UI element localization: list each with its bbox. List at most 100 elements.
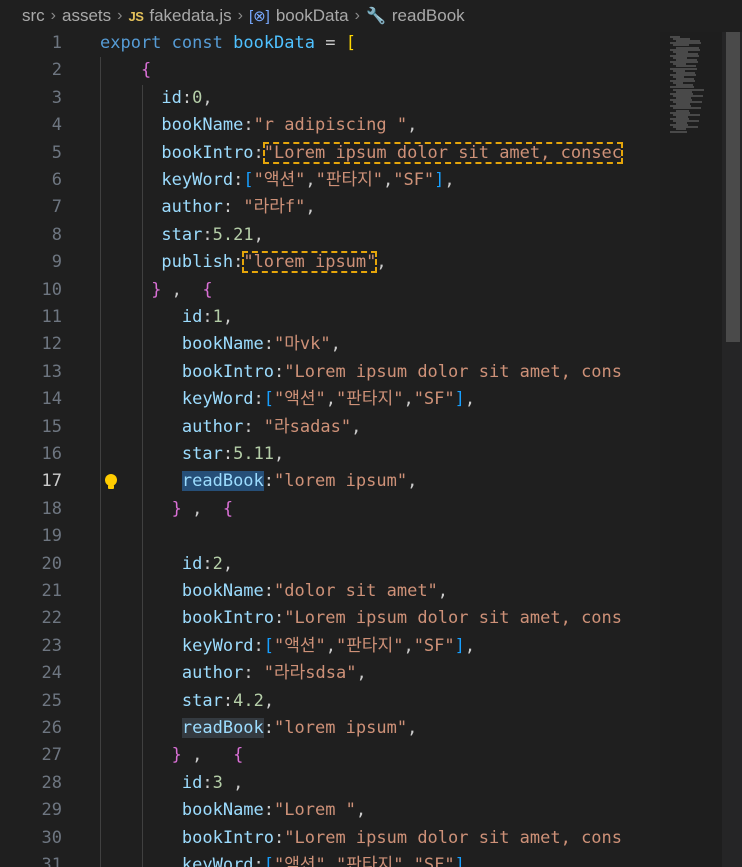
code-line[interactable]: keyWord:["액션","판타지","SF"]: [100, 852, 465, 867]
code-line[interactable]: export const bookData = [: [100, 32, 356, 57]
code-token: "r adipiscing ": [253, 115, 408, 136]
line-number: 10: [41, 279, 62, 300]
code-token: :: [243, 416, 264, 437]
code-token: :: [222, 444, 234, 464]
code-token: "Lorem ": [274, 800, 356, 821]
lightbulb-icon[interactable]: [103, 473, 119, 491]
line-number: 6: [51, 170, 62, 190]
code-line[interactable]: author: "라라sdsa",: [100, 660, 367, 687]
breadcrumb-item-bookdata[interactable]: bookData: [276, 6, 349, 26]
code-token: ,: [330, 334, 341, 355]
code-line[interactable]: author: "라라f",: [100, 194, 315, 221]
breadcrumb-item-assets[interactable]: assets: [62, 6, 111, 26]
code-line[interactable]: id:1,: [100, 304, 233, 331]
code-line[interactable]: keyWord:["액션","판타지","SF"],: [100, 633, 475, 660]
code-token: {: [222, 498, 234, 519]
code-line[interactable]: id:0,: [100, 85, 212, 112]
code-line[interactable]: readBook:"lorem ipsum",: [100, 715, 417, 742]
breadcrumb: src › assets › JS fakedata.js › [⊗] book…: [0, 0, 742, 32]
code-line[interactable]: } , {: [100, 742, 244, 769]
code-line[interactable]: } , {: [100, 496, 233, 523]
breadcrumb-item-readbook[interactable]: readBook: [392, 6, 465, 26]
code-token: id: [181, 553, 203, 574]
code-token: "SF": [413, 855, 455, 867]
code-token: "액션": [274, 855, 326, 867]
code-token: ,: [274, 444, 285, 464]
code-token: :: [253, 855, 264, 867]
code-line[interactable]: } , {: [100, 277, 212, 304]
code-line[interactable]: {: [100, 57, 151, 84]
breadcrumb-item-src[interactable]: src: [22, 6, 45, 26]
code-line[interactable]: bookIntro:"Lorem ipsum dolor sit amet, c…: [100, 140, 624, 167]
code-line[interactable]: bookIntro:"Lorem ipsum dolor sit amet, c…: [100, 825, 622, 852]
wrench-icon: 🔧: [365, 8, 386, 25]
code-token: keyWord: [181, 855, 254, 867]
line-number: 25: [41, 690, 62, 711]
vertical-scrollbar[interactable]: [722, 32, 742, 867]
code-token: "판타지": [336, 855, 404, 867]
line-number: 3: [51, 87, 62, 108]
code-token: id: [181, 772, 203, 793]
code-line[interactable]: bookIntro:"Lorem ipsum dolor sit amet, c…: [100, 605, 622, 632]
code-line[interactable]: bookIntro:"Lorem ipsum dolor sit amet, c…: [100, 359, 622, 386]
code-token: ,: [403, 635, 414, 656]
code-line[interactable]: bookName:"dolor sit amet",: [100, 578, 448, 605]
code-line[interactable]: bookName:"r adipiscing ",: [100, 112, 417, 139]
code-token: :: [222, 197, 244, 218]
code-line[interactable]: keyWord:["액션","판타지","SF"],: [100, 386, 475, 413]
code-line[interactable]: bookName:"마vk",: [100, 331, 341, 358]
code-token: "Lorem ipsum dolor sit amet, consec: [262, 141, 624, 164]
code-token: [: [345, 33, 356, 53]
code-line[interactable]: star:5.11,: [100, 441, 284, 468]
code-token: ,: [444, 170, 455, 190]
code-line[interactable]: id:2,: [100, 551, 233, 578]
code-token: ,: [222, 307, 234, 327]
code-token: ,: [325, 389, 337, 410]
line-number: 17: [41, 471, 62, 492]
line-number: 21: [41, 581, 62, 601]
code-token: :: [181, 87, 193, 108]
code-token: ,: [325, 635, 337, 656]
code-editor[interactable]: 1 2 3 4 5 6 7 8 9 10 11 12 13 14 15 16 17 18 19 20 21 22 23 24 2…: [0, 32, 660, 867]
code-token: bookName: [161, 115, 244, 136]
code-token: "dolor sit amet": [274, 581, 438, 601]
code-line[interactable]: author: "라sadas",: [100, 414, 361, 441]
line-number: 16: [41, 444, 62, 464]
code-token: 2: [212, 553, 223, 574]
code-line[interactable]: star:5.21,: [100, 222, 263, 249]
chevron-right-icon: ›: [117, 7, 123, 24]
code-token: "lorem ipsum": [274, 471, 408, 492]
code-line[interactable]: keyWord:["액션","판타지","SF"],: [100, 167, 455, 194]
code-token: [: [243, 170, 254, 190]
code-token: "액션": [274, 389, 326, 410]
line-number: 5: [51, 142, 62, 163]
code-token: :: [253, 389, 264, 410]
code-line[interactable]: star:4.2,: [100, 688, 274, 715]
line-number: 30: [41, 827, 62, 848]
minimap[interactable]: [660, 32, 722, 867]
indent-guide: [142, 84, 143, 867]
scrollbar-thumb[interactable]: [726, 32, 740, 342]
code-token: keyWord: [181, 389, 254, 410]
code-line[interactable]: id:3 ,: [100, 770, 243, 797]
code-token: export: [100, 33, 162, 53]
breadcrumb-item-file[interactable]: fakedata.js: [149, 6, 231, 26]
code-token: 4.2: [233, 690, 264, 711]
code-token: ,: [376, 252, 387, 273]
code-token: id: [181, 307, 203, 327]
code-token: ,: [263, 690, 275, 711]
code-token: keyWord: [181, 635, 254, 656]
code-line[interactable]: bookName:"Lorem ",: [100, 797, 366, 824]
code-token: :: [263, 334, 275, 355]
code-token: ,: [437, 581, 449, 601]
minimap-line: [670, 130, 687, 133]
code-line[interactable]: readBook:"lorem ipsum",: [100, 468, 417, 495]
code-token: "lorem ipsum": [274, 718, 408, 738]
